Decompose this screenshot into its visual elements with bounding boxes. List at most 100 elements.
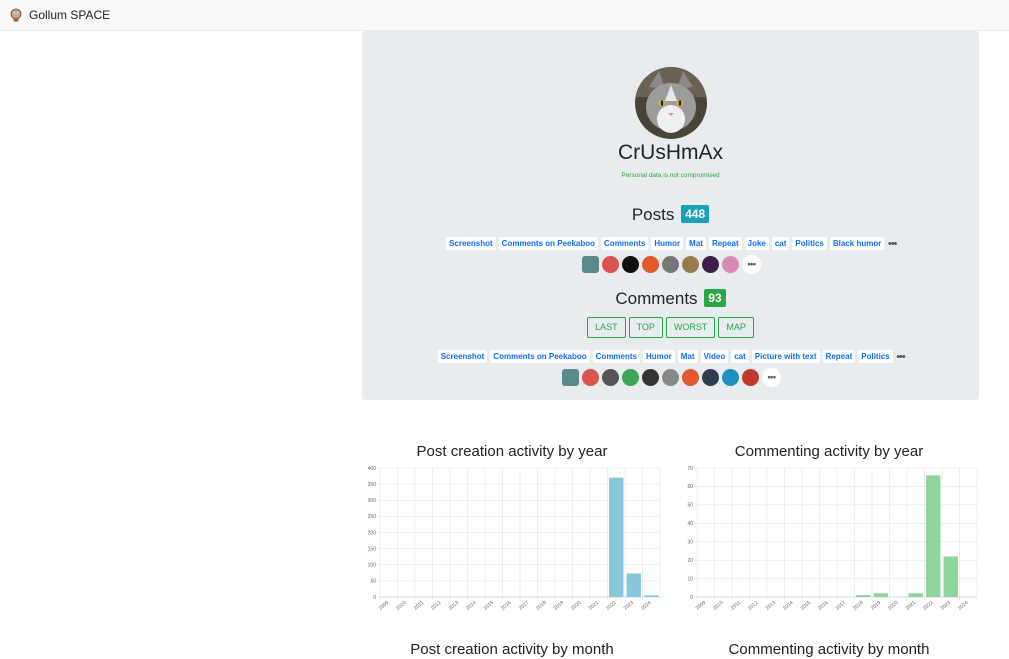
posts-tag[interactable]: Comments on Peekaboo	[498, 237, 599, 250]
posts-by-year-title: Post creation activity by year	[416, 443, 608, 460]
y-tick-label: 300	[368, 498, 377, 504]
comments-tag[interactable]: Comments	[592, 350, 640, 363]
comments-community-list: •••	[362, 368, 979, 387]
x-tick-label: 2012	[430, 600, 443, 612]
bar-2023[interactable]	[943, 556, 958, 597]
comments-community-icon[interactable]	[621, 369, 639, 386]
comments-more-tags-icon[interactable]: •••	[896, 351, 906, 363]
y-tick-label: 0	[690, 595, 693, 601]
x-tick-label: 2016	[817, 600, 830, 612]
comments-by-year-title: Commenting activity by year	[734, 443, 924, 460]
x-tick-label: 2024	[957, 600, 970, 612]
comments-tag[interactable]: Video	[700, 350, 729, 363]
posts-tag[interactable]: Politics	[792, 237, 827, 250]
posts-community-icon[interactable]	[721, 256, 739, 273]
posts-community-icon[interactable]	[581, 256, 599, 273]
comments-count-badge[interactable]: 93	[704, 289, 726, 307]
posts-tag[interactable]: Screenshot	[446, 237, 496, 250]
bar-2024[interactable]	[644, 595, 659, 597]
comments-tag[interactable]: cat	[731, 350, 749, 363]
x-tick-label: 2013	[765, 600, 778, 612]
posts-tag[interactable]: Mat	[686, 237, 706, 250]
comments-community-icon[interactable]	[601, 369, 619, 386]
y-tick-label: 10	[687, 576, 693, 582]
x-tick-label: 2018	[852, 600, 865, 612]
x-tick-label: 2012	[747, 600, 760, 612]
comments-community-icon[interactable]	[641, 369, 659, 386]
y-tick-label: 250	[368, 514, 377, 520]
brand-name[interactable]: Gollum SPACE	[29, 8, 110, 22]
posts-tag[interactable]: Comments	[601, 237, 649, 250]
username: CrUsHmAx	[618, 141, 723, 164]
posts-more-tags-icon[interactable]: •••	[888, 238, 898, 250]
comments-community-icon[interactable]	[681, 369, 699, 386]
comments-tag[interactable]: Screenshot	[437, 350, 488, 363]
posts-tag[interactable]: Repeat	[708, 237, 742, 250]
comments-community-icon[interactable]	[741, 369, 759, 386]
bar-2019[interactable]	[873, 593, 888, 597]
comments-tag[interactable]: Repeat	[822, 350, 856, 363]
comments-tag[interactable]: Humor	[643, 350, 675, 363]
x-tick-label: 2021	[588, 600, 601, 612]
bar-2022[interactable]	[926, 475, 941, 597]
comments-top-button[interactable]: TOP	[628, 317, 663, 338]
comments-last-button[interactable]: LAST	[587, 317, 626, 338]
posts-count-badge[interactable]: 448	[681, 205, 710, 223]
y-tick-label: 100	[368, 563, 377, 569]
comments-tag[interactable]: Politics	[858, 350, 893, 363]
bar-2023[interactable]	[626, 573, 641, 597]
comments-community-icon[interactable]	[721, 369, 739, 386]
y-tick-label: 20	[687, 558, 693, 564]
y-tick-label: 50	[687, 503, 693, 509]
comments-community-icon[interactable]	[561, 369, 579, 386]
posts-tag[interactable]: Joke	[744, 237, 769, 250]
posts-community-icon[interactable]	[641, 256, 659, 273]
y-tick-label: 40	[687, 521, 693, 527]
posts-tag[interactable]: Black humor	[829, 237, 885, 250]
comments-tag[interactable]: Comments on Peekaboo	[490, 350, 590, 363]
x-tick-label: 2013	[448, 600, 461, 612]
y-tick-label: 50	[370, 579, 376, 585]
comments-community-icon[interactable]	[581, 369, 599, 386]
comments-map-button[interactable]: MAP	[718, 317, 754, 338]
gollum-logo-icon[interactable]	[9, 8, 23, 22]
x-tick-label: 2019	[553, 600, 566, 612]
posts-tag[interactable]: cat	[771, 237, 790, 250]
posts-tag[interactable]: Humor	[651, 237, 684, 250]
comments-tag[interactable]: Mat	[677, 350, 698, 363]
x-tick-label: 2010	[395, 600, 408, 612]
y-tick-label: 0	[373, 595, 376, 601]
profile-card: CrUsHmAx Personal data is not compromise…	[362, 31, 979, 400]
x-tick-label: 2017	[518, 600, 531, 612]
posts-community-icon[interactable]	[681, 256, 699, 273]
posts-community-icon[interactable]	[701, 256, 719, 273]
x-tick-label: 2020	[887, 600, 900, 612]
comments-by-year-chart: 0 10 20 30 40 50 60 70 2009 2010 2011 2012 2013 2014 2…	[687, 466, 978, 612]
x-tick-label: 2019	[870, 600, 883, 612]
x-tick-label: 2018	[535, 600, 548, 612]
posts-community-icon[interactable]	[601, 256, 619, 273]
bar-2021[interactable]	[908, 593, 923, 597]
x-tick-label: 2023	[940, 600, 953, 612]
comments-tag-list: Screenshot Comments on Peekaboo Comments Hu…	[362, 350, 979, 363]
bar-2022[interactable]	[609, 477, 624, 597]
bar-2018[interactable]	[856, 595, 871, 597]
comments-more-communities-icon[interactable]: •••	[762, 368, 781, 387]
x-tick-label: 2014	[782, 600, 795, 612]
posts-community-icon[interactable]	[621, 256, 639, 273]
comments-community-icon[interactable]	[701, 369, 719, 386]
posts-by-year-chart: 0 50 100 150 200 250 300 350 400 2009 2010 2011 2012…	[368, 466, 661, 612]
posts-tag-list: Screenshot Comments on Peekaboo Comments Hu…	[362, 237, 979, 250]
y-tick-label: 400	[368, 466, 377, 472]
x-tick-label: 2022	[922, 600, 935, 612]
x-tick-label: 2010	[712, 600, 725, 612]
x-tick-label: 2024	[640, 600, 653, 612]
x-tick-label: 2017	[835, 600, 848, 612]
posts-community-icon[interactable]	[661, 256, 679, 273]
x-tick-label: 2009	[378, 600, 391, 612]
posts-more-communities-icon[interactable]: •••	[742, 255, 761, 274]
comments-community-icon[interactable]	[661, 369, 679, 386]
comments-label: Comments	[615, 289, 698, 308]
comments-worst-button[interactable]: WORST	[665, 317, 716, 338]
comments-tag[interactable]: Picture with text	[751, 350, 820, 363]
